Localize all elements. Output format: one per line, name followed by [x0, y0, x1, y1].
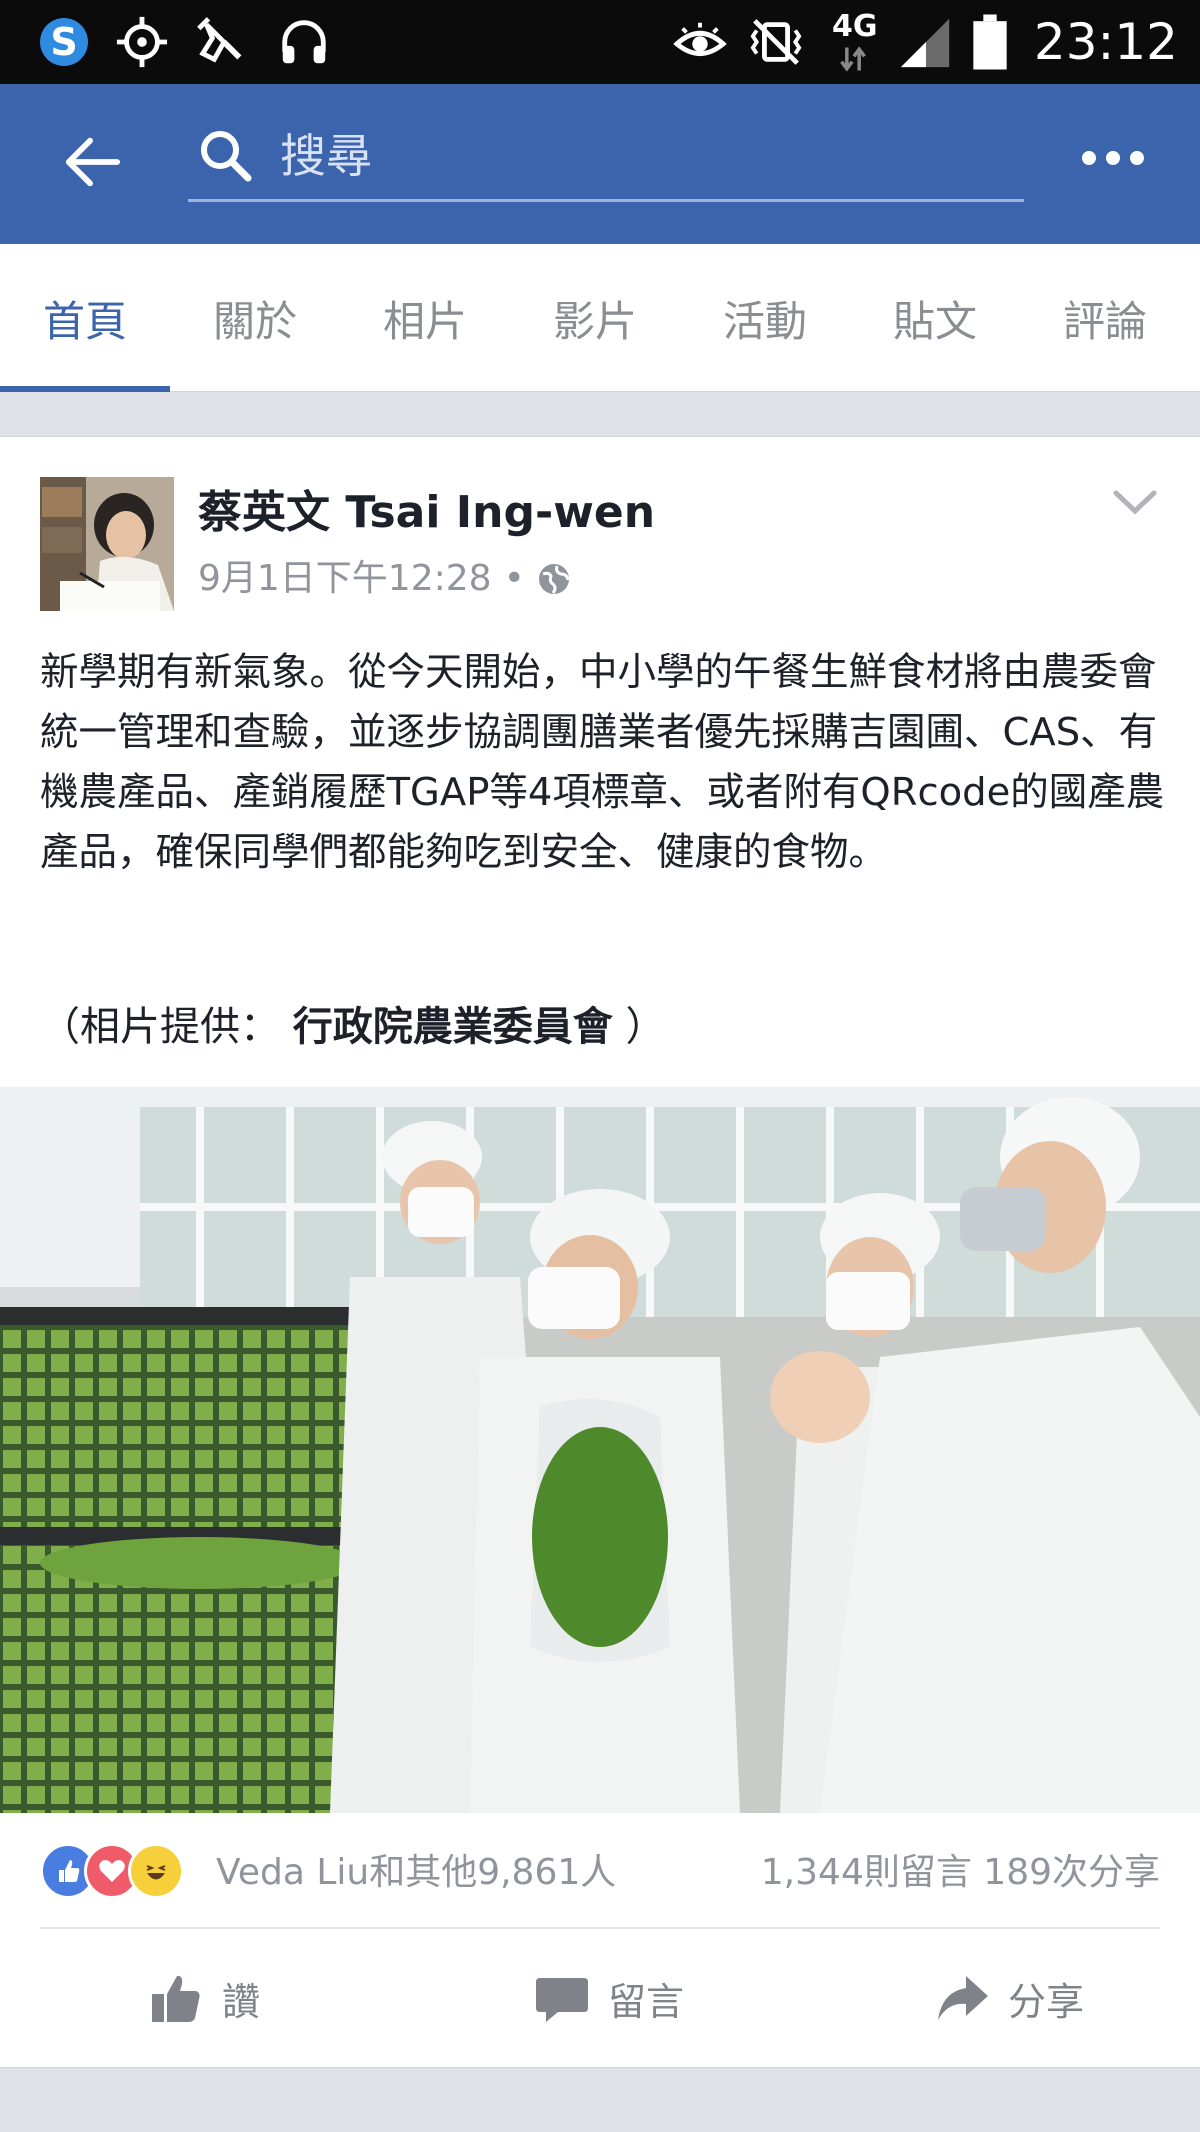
clean-icon [194, 14, 250, 70]
like-button[interactable]: 讚 [148, 1931, 260, 2065]
data-arrows-icon [836, 42, 870, 76]
post-timestamp[interactable]: 9月1日下午12:28 [198, 555, 492, 603]
avatar[interactable] [40, 477, 174, 611]
eye-icon [672, 14, 728, 70]
signal-icon [896, 14, 956, 70]
search-input[interactable]: 搜尋 [188, 110, 1024, 202]
headphones-icon [276, 14, 332, 70]
more-dot-icon [1130, 151, 1144, 165]
battery-icon [966, 14, 1014, 70]
page-tabs: 首頁 關於 相片 影片 活動 貼文 評論 [0, 244, 1200, 392]
comment-icon [536, 1978, 588, 2022]
app-bar: 搜尋 [0, 84, 1200, 244]
post-text: 新學期有新氣象。從今天開始，中小學的午餐生鮮食材將由農委會統一管理和查驗，並逐步… [40, 650, 1165, 875]
clock: 23:12 [1033, 13, 1178, 71]
search-placeholder: 搜尋 [280, 129, 372, 183]
tab-videos[interactable]: 影片 [510, 244, 680, 392]
back-button[interactable] [52, 122, 132, 202]
thumbs-up-icon [152, 1975, 200, 2022]
tab-about[interactable]: 關於 [170, 244, 340, 392]
search-icon [201, 131, 252, 182]
post-author[interactable]: 蔡英文 Tsai Ing-wen [198, 485, 655, 541]
share-button[interactable]: 分享 [934, 1931, 1084, 2065]
post-photo[interactable] [0, 1087, 1200, 1813]
network-type: 4G [832, 9, 878, 44]
tab-posts[interactable]: 貼文 [850, 244, 1020, 392]
share-icon [938, 1976, 988, 2020]
svg-text:S: S [50, 20, 77, 64]
chevron-down-icon[interactable] [1110, 481, 1160, 521]
location-icon [114, 14, 170, 70]
globe-icon [538, 564, 570, 594]
back-arrow-icon [65, 137, 121, 187]
more-options-button[interactable] [1068, 128, 1158, 188]
vibrate-icon [748, 14, 804, 70]
like-label: 讚 [222, 1979, 261, 2024]
credit-prefix: （相片提供： [40, 1004, 280, 1050]
tab-home[interactable]: 首頁 [0, 244, 170, 392]
tab-reviews[interactable]: 評論 [1020, 244, 1190, 392]
status-bar: S 4G 23:12 [0, 0, 1200, 84]
post-card: 蔡英文 Tsai Ing-wen 9月1日下午12:28 • 新學期有新氣象。從… [0, 436, 1200, 2068]
more-dot-icon [1106, 151, 1120, 165]
credit-suffix: ） [625, 1004, 666, 1050]
s-app-icon: S [36, 14, 92, 70]
meta-separator: • [503, 558, 525, 599]
comment-button[interactable]: 留言 [534, 1931, 684, 2065]
credit-source-link[interactable]: 行政院農業委員會 [293, 1004, 613, 1050]
more-dot-icon [1082, 151, 1096, 165]
share-label: 分享 [1008, 1979, 1085, 2024]
comment-label: 留言 [608, 1979, 685, 2024]
reactions-text[interactable]: Veda Liu和其他9,861人 [216, 1843, 616, 1903]
divider [40, 1927, 1160, 1929]
tab-photos[interactable]: 相片 [340, 244, 510, 392]
photo-credit: （相片提供： 行政院農業委員會 ） [40, 997, 665, 1057]
tab-events[interactable]: 活動 [680, 244, 850, 392]
haha-reaction-icon [128, 1843, 184, 1899]
post-actions: 讚 留言 分享 [0, 1931, 1200, 2065]
reaction-icons [40, 1843, 210, 1903]
post-meta: 9月1日下午12:28 • [198, 555, 571, 603]
comments-shares-count[interactable]: 1,344則留言 189次分享 [761, 1843, 1160, 1903]
reactions-summary[interactable]: Veda Liu和其他9,861人 1,344則留言 189次分享 [40, 1837, 1160, 1909]
